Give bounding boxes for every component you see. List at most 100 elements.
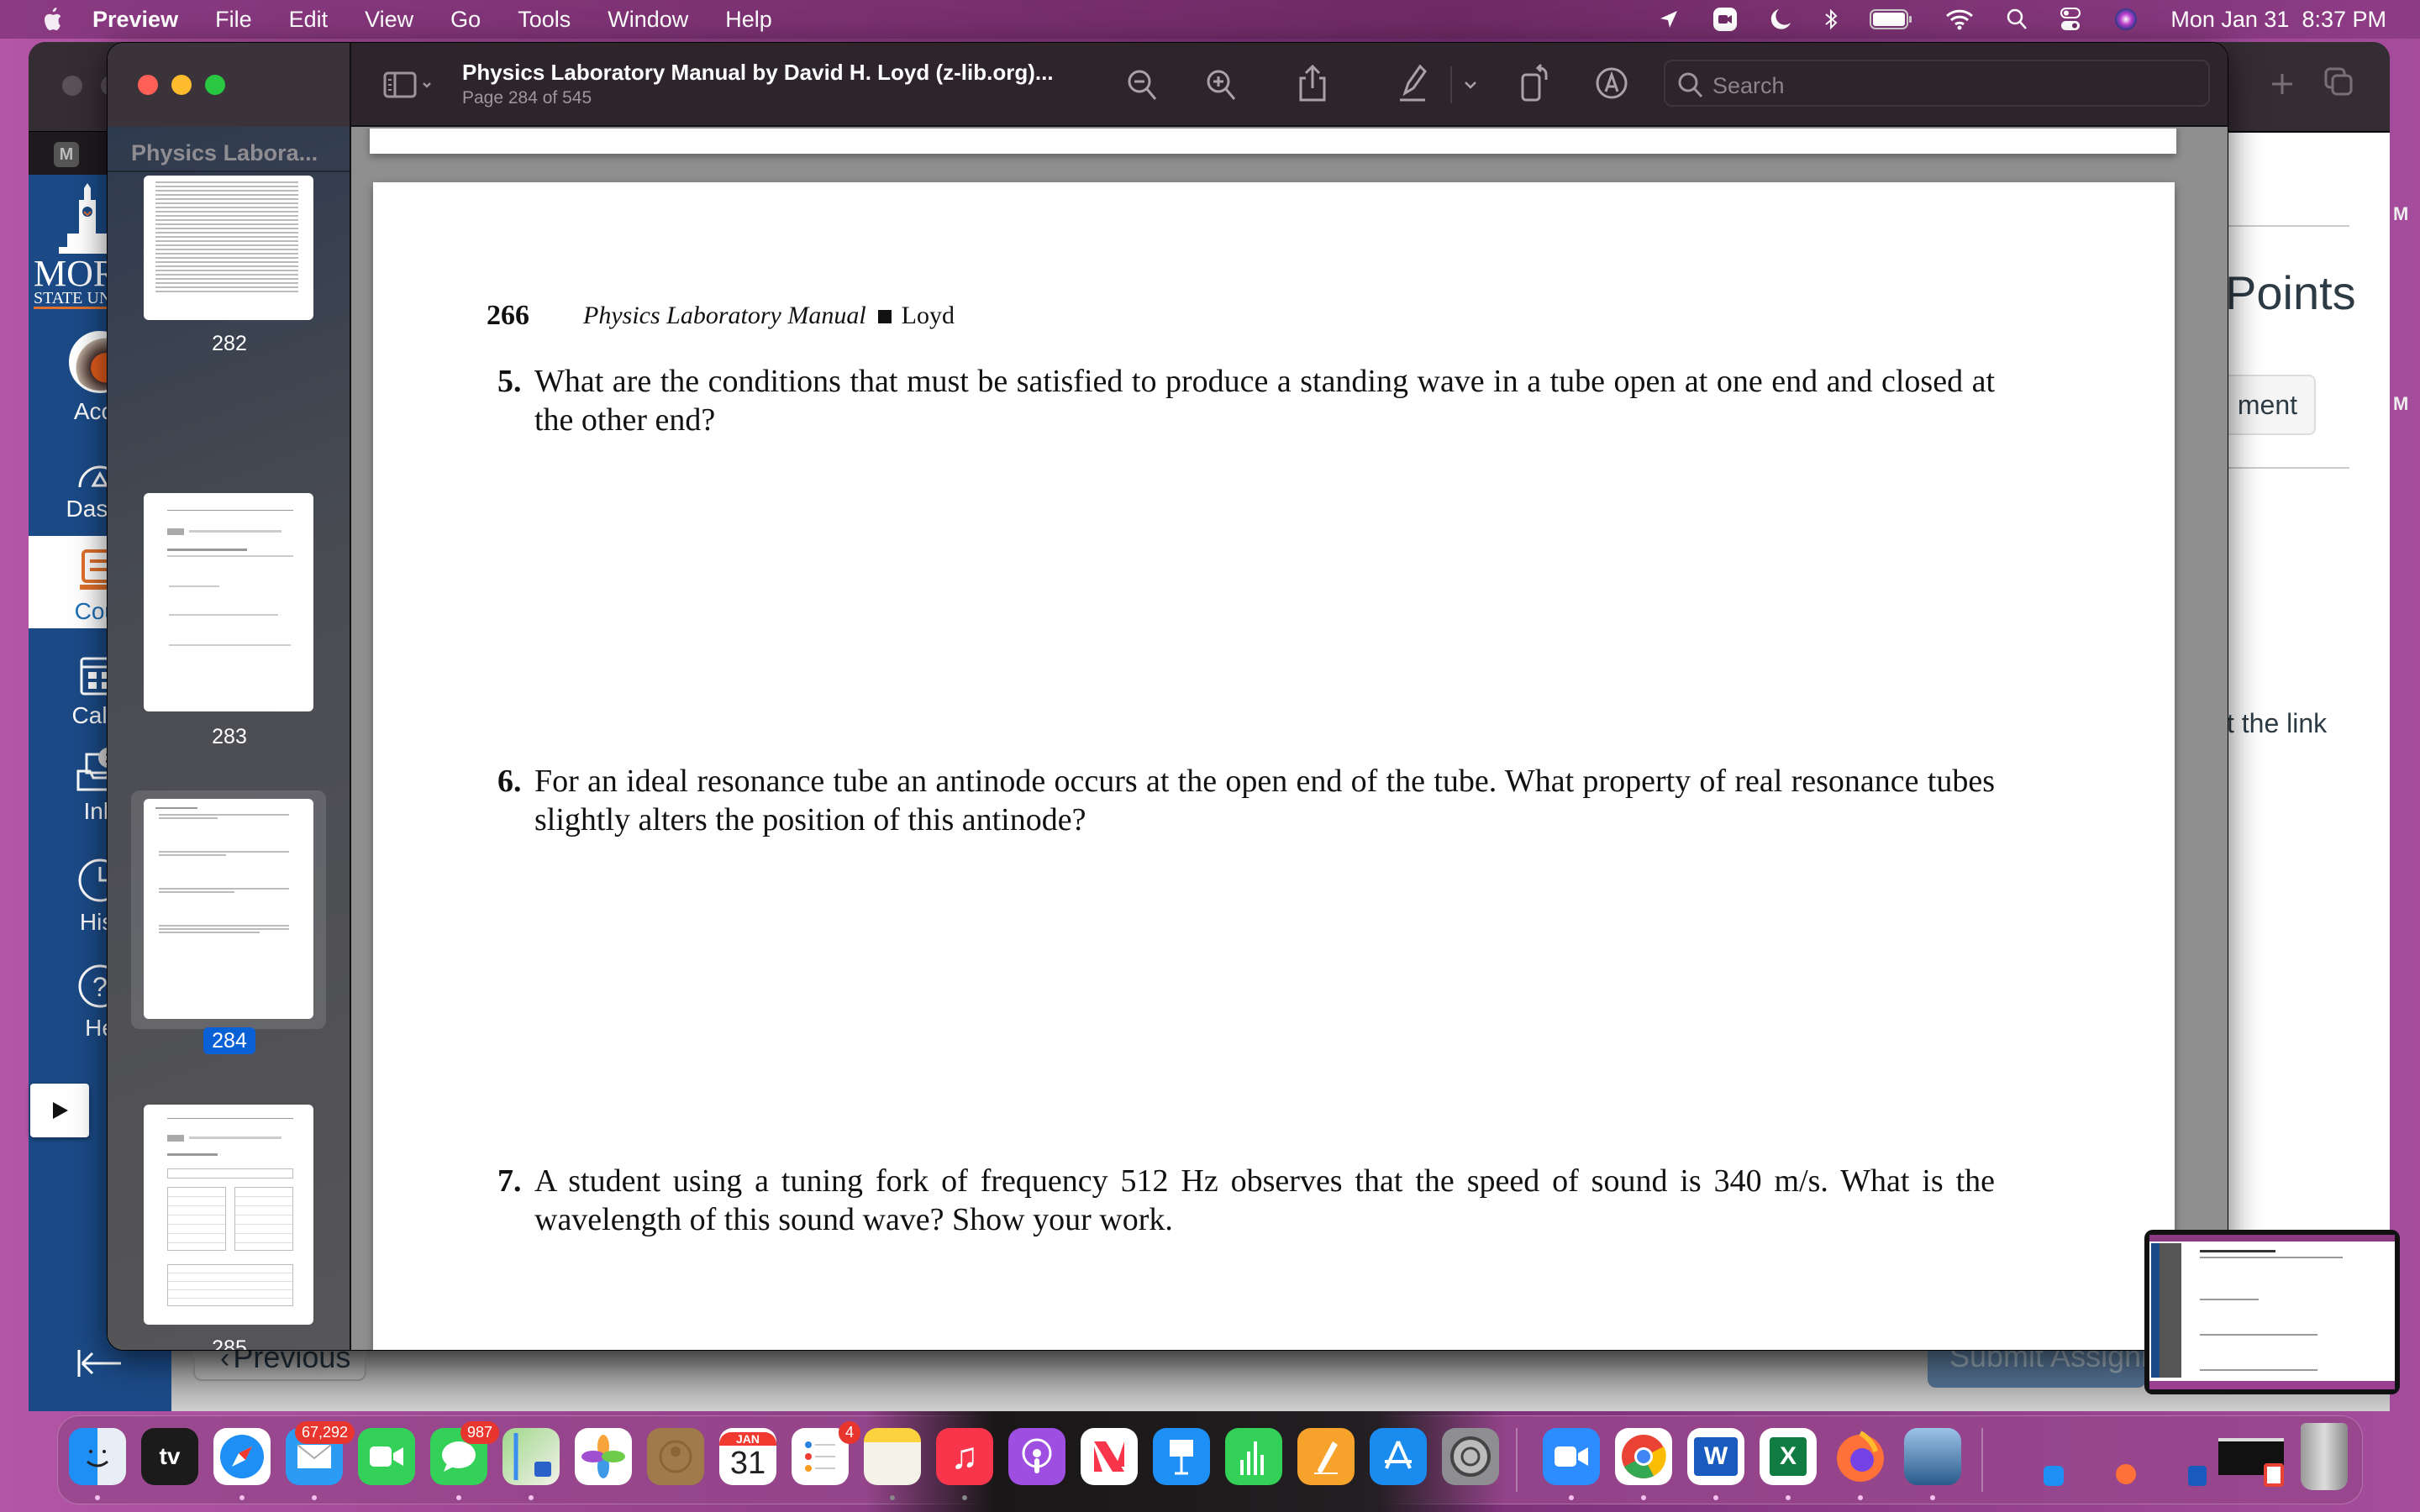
location-icon[interactable] bbox=[1658, 8, 1680, 30]
menu-go[interactable]: Go bbox=[450, 7, 481, 33]
dock-keynote-icon[interactable] bbox=[1153, 1428, 1210, 1485]
menu-help[interactable]: Help bbox=[725, 7, 772, 33]
dock-numbers-icon[interactable] bbox=[1225, 1428, 1282, 1485]
sidebar-toggle-icon[interactable] bbox=[383, 70, 437, 104]
dock-firefox-icon[interactable] bbox=[1832, 1428, 1889, 1485]
dock-label: tv bbox=[159, 1443, 181, 1469]
dock-separator bbox=[1981, 1428, 1983, 1492]
thumbnail-label: 283 bbox=[212, 725, 247, 748]
running-indicator bbox=[529, 1495, 534, 1500]
control-center-icon[interactable] bbox=[2060, 7, 2081, 32]
question-6: 6. For an ideal resonance tube an antino… bbox=[497, 762, 1995, 839]
dock-maps-icon[interactable] bbox=[502, 1428, 560, 1485]
dock-minimized-chrome[interactable] bbox=[2264, 1463, 2284, 1487]
dock-minimized-safari[interactable] bbox=[2044, 1466, 2064, 1486]
dock-news-icon[interactable] bbox=[1081, 1428, 1138, 1485]
zoom-in-icon[interactable] bbox=[1205, 68, 1239, 106]
dock-appletv-icon[interactable]: tv bbox=[141, 1428, 198, 1485]
dock-pages-icon[interactable] bbox=[1297, 1428, 1355, 1485]
dock-mail-icon[interactable]: 67,292 bbox=[286, 1421, 355, 1485]
question-number: 6. bbox=[497, 764, 522, 799]
dock-photos-icon[interactable] bbox=[575, 1428, 632, 1485]
do-not-disturb-icon[interactable] bbox=[1770, 8, 1792, 31]
dock-contacts-icon[interactable] bbox=[647, 1428, 704, 1485]
wifi-icon[interactable] bbox=[1945, 8, 1974, 30]
running-indicator bbox=[95, 1495, 100, 1500]
zoom-out-icon[interactable] bbox=[1126, 68, 1160, 106]
dock-finder-icon[interactable] bbox=[69, 1428, 126, 1485]
zoom-button[interactable] bbox=[205, 75, 225, 95]
close-button[interactable] bbox=[138, 75, 158, 95]
question-number: 5. bbox=[497, 364, 522, 399]
thumbnail-label: 285 bbox=[212, 1336, 247, 1351]
play-button[interactable] bbox=[30, 1084, 89, 1137]
dock-zoom-icon[interactable] bbox=[1543, 1428, 1600, 1485]
running-indicator bbox=[1641, 1495, 1646, 1500]
tab-overview-icon[interactable] bbox=[2324, 67, 2354, 102]
dock-trash-icon[interactable] bbox=[2301, 1423, 2348, 1490]
menu-file[interactable]: File bbox=[215, 7, 252, 33]
minimize-button[interactable] bbox=[171, 75, 192, 95]
new-tab-icon[interactable] bbox=[2270, 72, 2294, 100]
thumbnail-sidebar[interactable]: Physics Labora... 282 283 284 285 bbox=[108, 127, 351, 1351]
zoom-meeting-icon[interactable] bbox=[1712, 6, 1739, 33]
thumbnail-page-285[interactable] bbox=[144, 1105, 313, 1325]
document-viewport[interactable]: 266 Physics Laboratory Manual Loyd 5. Wha… bbox=[353, 129, 2228, 1350]
rotate-icon[interactable] bbox=[1519, 63, 1553, 108]
dock-facetime-icon[interactable] bbox=[358, 1428, 415, 1485]
menu-window[interactable]: Window bbox=[608, 7, 688, 33]
square-bullet-icon bbox=[877, 310, 892, 324]
thumbnail-page-282[interactable] bbox=[144, 176, 313, 320]
dock-reminders-icon[interactable]: 4 bbox=[792, 1421, 860, 1485]
dock-word-icon[interactable]: W bbox=[1687, 1428, 1744, 1485]
dock-system-preferences-icon[interactable] bbox=[1442, 1428, 1499, 1485]
question-text: For an ideal resonance tube an antinode … bbox=[534, 764, 1995, 837]
thumbnail-page-284[interactable] bbox=[144, 799, 313, 1019]
share-icon[interactable] bbox=[1296, 63, 1329, 108]
menu-app-preview[interactable]: Preview bbox=[92, 7, 178, 33]
menu-view[interactable]: View bbox=[365, 7, 413, 33]
dock-label: X bbox=[1769, 1437, 1807, 1476]
running-header: Physics Laboratory Manual Loyd bbox=[583, 302, 955, 330]
messages-badge: 987 bbox=[460, 1421, 499, 1444]
annotate-icon[interactable] bbox=[1595, 66, 1628, 104]
clock-datetime[interactable]: Mon Jan 31 8:37 PM bbox=[2170, 7, 2386, 33]
markup-menu-chevron-icon[interactable] bbox=[1462, 76, 1479, 97]
bluetooth-icon[interactable] bbox=[1824, 8, 1838, 31]
running-indicator bbox=[1713, 1495, 1718, 1500]
apple-menu-icon[interactable] bbox=[39, 5, 64, 34]
dock-messages-icon[interactable]: 987 bbox=[430, 1421, 499, 1485]
sidebar-title: Physics Labora... bbox=[131, 140, 318, 165]
dock-music-icon[interactable]: ♫ bbox=[936, 1428, 993, 1485]
divider bbox=[2227, 467, 2349, 469]
markup-pen-icon[interactable] bbox=[1397, 63, 1430, 108]
calendar-day: 31 bbox=[729, 1445, 766, 1481]
running-indicator bbox=[312, 1495, 317, 1500]
page-indicator: Page 284 of 545 bbox=[462, 88, 592, 108]
dock-podcasts-icon[interactable] bbox=[1008, 1428, 1065, 1485]
svg-text:?: ? bbox=[92, 972, 108, 1002]
dock-notes-icon[interactable] bbox=[864, 1428, 921, 1485]
spotlight-icon[interactable] bbox=[2006, 8, 2028, 31]
dock-minimized-word[interactable] bbox=[2188, 1466, 2207, 1486]
thumbnail-page-283[interactable] bbox=[144, 493, 313, 711]
preview-window: Physics Laboratory Manual by David H. Lo… bbox=[107, 42, 2228, 1351]
menu-bar: Preview File Edit View Go Tools Window H… bbox=[0, 0, 2420, 39]
menu-tools[interactable]: Tools bbox=[518, 7, 571, 33]
siri-icon[interactable] bbox=[2113, 7, 2139, 32]
menu-edit[interactable]: Edit bbox=[289, 7, 329, 33]
dock-calendar-icon[interactable]: JAN 31 bbox=[719, 1428, 776, 1485]
battery-icon[interactable] bbox=[1870, 8, 1913, 30]
tab-favicon-m[interactable]: M bbox=[54, 142, 79, 167]
dock-excel-icon[interactable]: X bbox=[1760, 1428, 1817, 1485]
screenshot-thumbnail[interactable] bbox=[2144, 1230, 2400, 1394]
dock-minimized-firefox[interactable] bbox=[2116, 1464, 2136, 1484]
dock-preview-icon[interactable] bbox=[1904, 1428, 1961, 1485]
running-indicator bbox=[962, 1495, 967, 1500]
dock-appstore-icon[interactable] bbox=[1370, 1428, 1427, 1485]
search-field[interactable]: Search bbox=[1664, 60, 2210, 107]
dock-separator bbox=[1516, 1428, 1518, 1492]
dock-safari-icon[interactable] bbox=[213, 1428, 271, 1485]
dock-chrome-icon[interactable] bbox=[1615, 1428, 1672, 1485]
collapse-nav-icon[interactable] bbox=[76, 1347, 126, 1384]
